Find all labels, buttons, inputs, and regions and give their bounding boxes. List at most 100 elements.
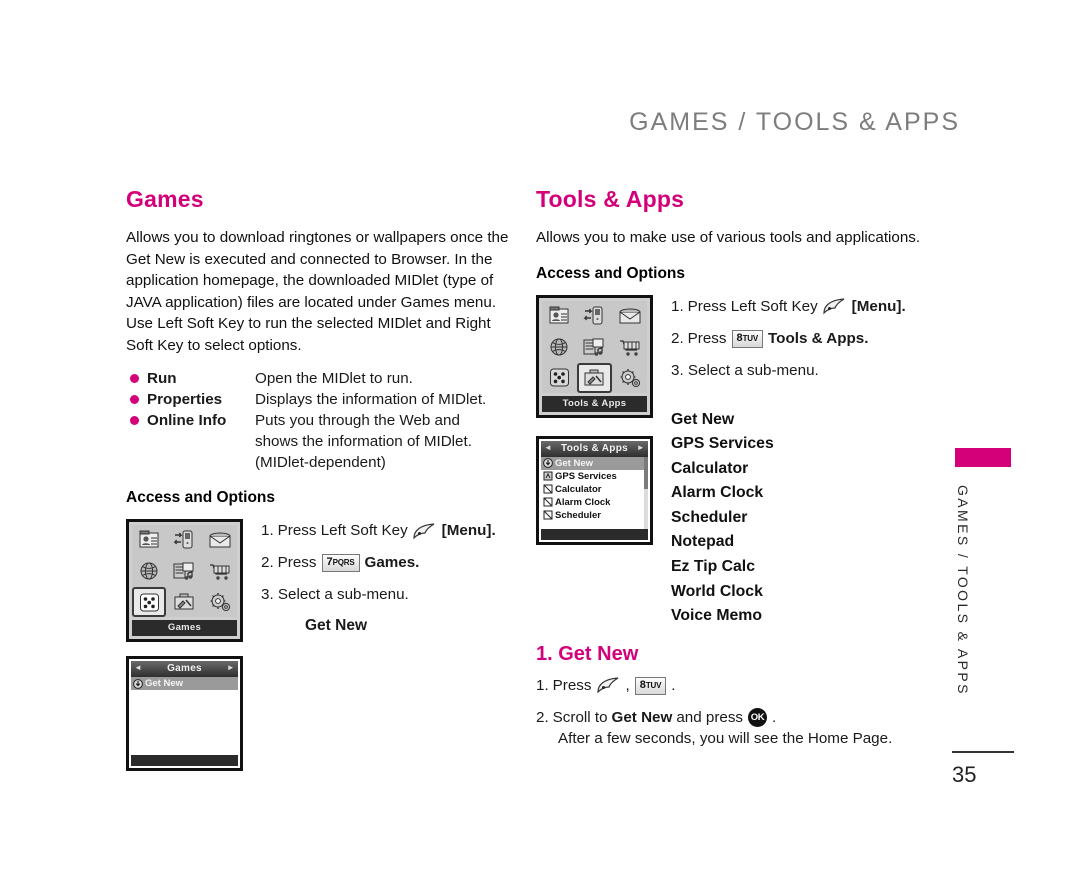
submenu-item: Notepad xyxy=(671,533,735,551)
submenu-item-get-new: Get New xyxy=(305,617,368,634)
access-and-options-heading: Access and Options xyxy=(126,489,276,506)
keypad-key-8[interactable]: 8TUV xyxy=(634,676,667,695)
calculator-icon xyxy=(543,484,553,494)
prev-arrow-icon: ◄ xyxy=(544,442,553,452)
submenu-item: Voice Memo xyxy=(671,607,763,625)
list-soft-key-bar xyxy=(541,528,648,540)
tools-apps-intro-text: Allows you to make use of various tools … xyxy=(536,229,921,246)
list-item[interactable]: Get New xyxy=(541,456,648,470)
list-item-label: Calculator xyxy=(555,483,602,495)
list-item[interactable]: Calculator xyxy=(541,483,648,496)
phone-main-menu-screenshot: Tools & Apps xyxy=(536,294,653,418)
get-new-step-2: 2. Scroll to Get New and press OK . xyxy=(536,708,936,728)
step-text-bold: [Menu]. xyxy=(851,297,906,315)
access-and-options-heading: Access and Options xyxy=(536,264,686,282)
step-number: 1. xyxy=(671,297,684,315)
step-text: Scroll to xyxy=(552,708,608,726)
list-item: Online Info Puts you through the Web and xyxy=(126,410,516,431)
step-2: 2. Press 8TUV Tools & Apps. xyxy=(671,329,906,349)
gps-icon xyxy=(543,471,553,481)
list-item-label: Get New xyxy=(145,678,184,689)
step-text: Press xyxy=(552,676,592,694)
submenu-item: World Clock xyxy=(671,582,763,600)
get-new-section: 1. Get New 1. Press , 8TUV . 2. Scroll t… xyxy=(536,643,936,747)
list-item[interactable]: Get New xyxy=(131,677,238,690)
keypad-key-8[interactable]: 8TUV xyxy=(731,329,764,348)
step-text: Press xyxy=(277,554,317,571)
list-item-label: Alarm Clock xyxy=(555,496,611,508)
step-text-bold: Get New xyxy=(611,708,673,726)
list-scrollbar[interactable] xyxy=(644,456,648,529)
submenu-item: GPS Services xyxy=(671,435,774,453)
ok-key-icon[interactable]: OK xyxy=(748,708,768,728)
menu-icon-messaging xyxy=(202,525,237,555)
tools-apps-section-title: Tools & Apps xyxy=(536,186,685,212)
step-1: 1. Press Left Soft Key [Menu]. xyxy=(671,297,906,317)
get-new-icon xyxy=(133,678,143,689)
step-text: 3. Select a sub-menu. xyxy=(261,586,409,603)
menu-icon-phone-sync xyxy=(167,525,202,555)
list-title: Games xyxy=(167,663,202,674)
games-access-steps: 1. Press Left Soft Key [Menu]. 2. Press … xyxy=(261,519,496,642)
menu-icon-web xyxy=(542,331,577,362)
list-item-label: Get New xyxy=(555,457,594,469)
phone-games-list-screenshot: ◄ Games ► Get New xyxy=(126,656,243,771)
menu-icon-games[interactable] xyxy=(132,587,167,617)
list-item[interactable]: GPS Services xyxy=(541,470,648,483)
list-title-bar: ◄ Tools & Apps ► xyxy=(541,440,648,457)
step-number: 2. xyxy=(261,554,274,571)
left-soft-key-icon xyxy=(822,298,848,315)
submenu-item: Calculator xyxy=(671,459,749,477)
list-item[interactable]: Alarm Clock xyxy=(541,496,648,509)
step-3: 3. Select a sub-menu. xyxy=(261,585,496,605)
list-empty-area xyxy=(131,690,238,752)
option-description-cont: shows the information of MIDlet. xyxy=(255,433,472,450)
submenu-item: Alarm Clock xyxy=(671,484,764,502)
step-comma: , xyxy=(625,676,630,694)
menu-icon-shop xyxy=(202,556,237,586)
next-arrow-icon: ► xyxy=(636,442,645,452)
step-period: . xyxy=(671,676,676,694)
step-text-bold: Games. xyxy=(364,554,420,571)
menu-icon-contacts xyxy=(542,300,577,331)
step-text: Press Left Soft Key xyxy=(277,522,408,539)
list-title-bar: ◄ Games ► xyxy=(131,661,238,677)
page-number-rule xyxy=(952,751,1014,753)
submenu-item: Get New xyxy=(671,410,735,428)
scrollbar-thumb[interactable] xyxy=(644,456,648,489)
side-tab: GAMES / TOOLS & APPS xyxy=(955,448,1011,715)
list-body: Get New xyxy=(131,677,238,755)
next-arrow-icon: ► xyxy=(226,663,235,672)
get-new-note: After a few seconds, you will see the Ho… xyxy=(558,729,893,747)
step-text: 3. Select a sub-menu. xyxy=(671,361,819,379)
list-item: Properties Displays the information of M… xyxy=(126,389,516,410)
left-column: Games Allows you to download ringtones o… xyxy=(126,186,516,771)
option-description: Open the MIDlet to run. xyxy=(255,370,413,387)
step-number: 1. xyxy=(261,522,274,539)
step-text: Press Left Soft Key xyxy=(687,297,818,315)
option-description: Puts you through the Web and xyxy=(255,412,460,429)
side-tab-label: GAMES / TOOLS & APPS xyxy=(955,485,971,696)
menu-icon-contacts xyxy=(132,525,167,555)
option-description: Displays the information of MIDlet. xyxy=(255,391,487,408)
step-text: and press xyxy=(676,708,744,726)
menu-icon-web xyxy=(132,556,167,586)
grid-caption: Tools & Apps xyxy=(542,395,647,412)
step-number: 2. xyxy=(536,708,549,726)
option-term: Run xyxy=(147,370,177,387)
bullet-dot-icon xyxy=(130,395,139,404)
menu-icon-messaging xyxy=(612,300,647,331)
option-description-cont: (MIDlet-dependent) xyxy=(255,454,386,471)
step-text-bold: Tools & Apps. xyxy=(768,329,869,347)
list-item[interactable]: Scheduler xyxy=(541,509,648,522)
menu-icon-tools[interactable] xyxy=(577,362,612,393)
option-term: Online Info xyxy=(147,412,227,429)
running-head: GAMES / TOOLS & APPS xyxy=(629,108,960,136)
keypad-key-7[interactable]: 7PQRS xyxy=(321,554,360,572)
list-body: Get New GPS Services Calculator Alarm Cl… xyxy=(541,456,648,529)
step-number: 2. xyxy=(671,329,684,347)
page-number: 35 xyxy=(952,762,977,787)
get-new-title: 1. Get New xyxy=(536,642,639,665)
menu-icon-phone-sync xyxy=(577,300,612,331)
menu-icon-games xyxy=(542,362,577,393)
